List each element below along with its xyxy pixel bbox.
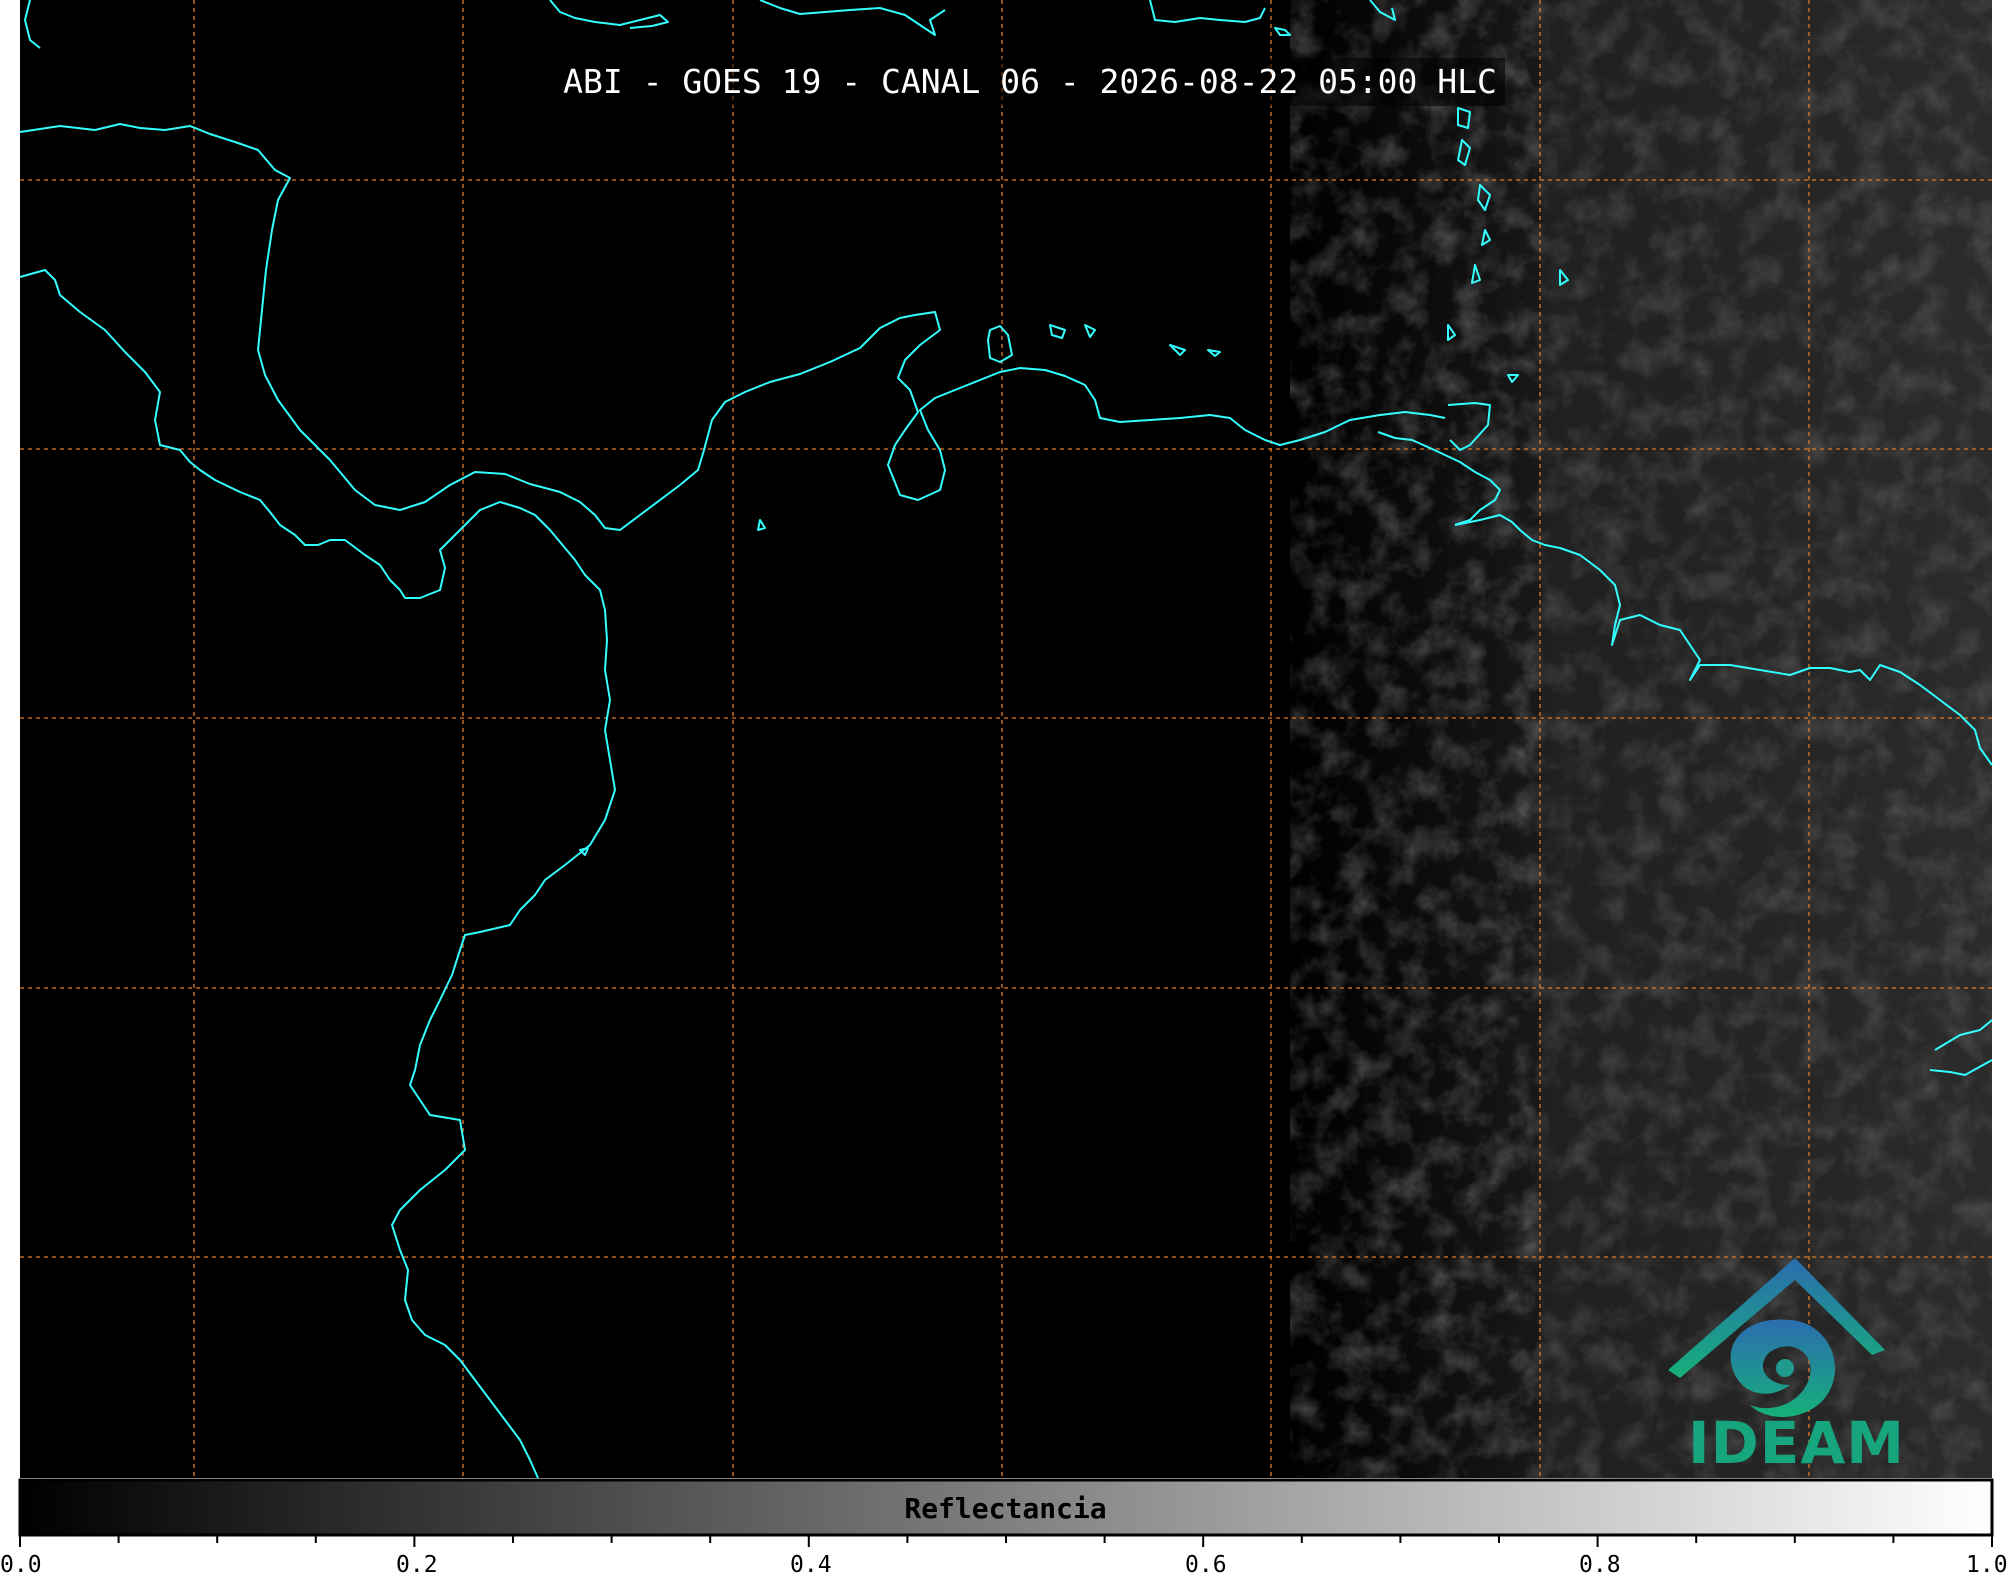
map-title: ABI - GOES 19 - CANAL 06 - 2026-08-22 05… — [555, 58, 1505, 106]
cloud-texture — [1290, 0, 1992, 1478]
colorbar-tick-4: 0.8 — [1579, 1552, 1621, 1578]
ideam-logo-text: IDEAM — [1688, 1409, 1905, 1477]
satellite-map — [18, 0, 1994, 1547]
colorbar-tick-0: 0.0 — [0, 1552, 42, 1578]
colorbar-tick-3: 0.6 — [1185, 1552, 1227, 1578]
colorbar-tick-5: 1.0 — [1966, 1552, 2008, 1578]
colorbar-tick-1: 0.2 — [396, 1552, 438, 1578]
colorbar-label: Reflectancia — [904, 1492, 1107, 1525]
colorbar-tick-2: 0.4 — [790, 1552, 832, 1578]
